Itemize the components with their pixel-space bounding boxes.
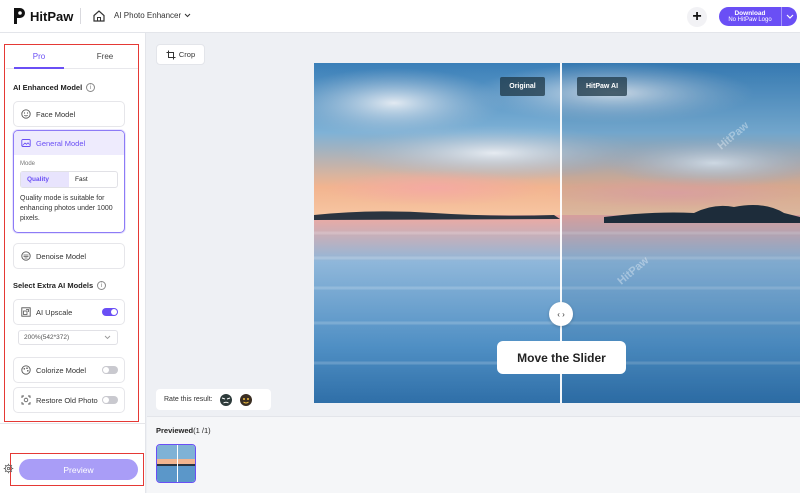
tab-free[interactable]: Free xyxy=(72,47,138,68)
rating-bar: Rate this result: xyxy=(156,389,271,410)
download-options[interactable] xyxy=(781,7,797,26)
app-title: AI Photo Enhancer xyxy=(114,11,182,20)
ai-upscale-option: AI Upscale xyxy=(13,299,125,325)
slider-hint: Move the Slider xyxy=(497,341,626,374)
general-model-label: General Model xyxy=(36,138,86,148)
dislike-face-icon[interactable] xyxy=(219,393,233,407)
ai-upscale-label: AI Upscale xyxy=(36,307,73,317)
ai-models-heading: AI Enhanced Model i xyxy=(13,83,96,92)
mode-quality[interactable]: Quality xyxy=(21,172,69,187)
general-model-option[interactable]: General Model Mode Quality Fast Quality … xyxy=(13,130,125,233)
original-badge: Original xyxy=(500,77,545,96)
mode-switch: Quality Fast xyxy=(20,171,118,188)
face-model-option[interactable]: Face Model xyxy=(13,101,125,127)
restore-option: Restore Old Photo xyxy=(13,387,125,413)
download-button[interactable]: Download No HitPaw Logo xyxy=(719,7,797,26)
preview-thumbnail[interactable] xyxy=(156,444,196,483)
extra-models-heading: Select Extra AI Models i xyxy=(13,281,107,290)
mode-description: Quality mode is suitable for enhancing p… xyxy=(20,195,113,222)
info-icon[interactable]: i xyxy=(86,83,96,92)
thumbnail-image xyxy=(157,445,195,482)
upscale-size-select[interactable]: 200%(542*372) xyxy=(18,330,118,345)
restore-photo-icon xyxy=(21,395,31,405)
preview-strip xyxy=(147,416,800,493)
restore-toggle[interactable] xyxy=(102,396,118,404)
app-selector[interactable]: AI Photo Enhancer xyxy=(114,11,191,20)
download-label: Download xyxy=(734,9,766,17)
gear-icon[interactable] xyxy=(3,463,14,474)
crop-icon xyxy=(166,50,176,59)
home-icon[interactable] xyxy=(92,9,106,23)
upscale-icon xyxy=(21,307,31,317)
slider-handle[interactable]: ‹ › xyxy=(549,302,573,326)
chevron-down-icon xyxy=(184,13,191,18)
preview-button[interactable]: Preview xyxy=(19,459,138,480)
tab-pro[interactable]: Pro xyxy=(6,47,72,69)
palette-icon xyxy=(21,365,31,375)
top-bar: HitPaw AI Photo Enhancer + Download No H… xyxy=(0,0,800,33)
download-sublabel: No HitPaw Logo xyxy=(728,16,772,23)
crop-button[interactable]: Crop xyxy=(156,44,205,65)
denoise-icon xyxy=(21,251,31,261)
download-text: Download No HitPaw Logo xyxy=(719,7,781,26)
rate-label: Rate this result: xyxy=(164,396,213,403)
ai-models-title: AI Enhanced Model xyxy=(13,83,83,92)
colorize-option: Colorize Model xyxy=(13,357,125,383)
face-model-label: Face Model xyxy=(36,109,76,119)
hitpaw-ai-badge: HitPaw AI xyxy=(577,77,627,96)
plan-tabs: Pro Free xyxy=(6,47,138,69)
panel-divider xyxy=(0,423,146,424)
brand-logo: HitPaw xyxy=(12,7,73,25)
mode-label: Mode xyxy=(20,161,36,167)
slider-arrows-icon: ‹ › xyxy=(557,309,565,319)
like-face-icon[interactable] xyxy=(239,393,253,407)
hitpaw-logo-icon xyxy=(14,8,25,24)
denoise-model-label: Denoise Model xyxy=(36,251,87,261)
crop-label: Crop xyxy=(178,50,196,59)
upscale-size-value: 200%(542*372) xyxy=(24,334,70,341)
denoise-model-option[interactable]: Denoise Model xyxy=(13,243,125,269)
chevron-down-icon xyxy=(786,14,793,19)
info-icon[interactable]: i xyxy=(97,281,107,290)
mode-fast[interactable]: Fast xyxy=(69,172,117,187)
extra-models-title: Select Extra AI Models xyxy=(13,281,94,290)
ai-upscale-toggle[interactable] xyxy=(102,308,118,316)
previewed-counter: Previewed(1 /1) xyxy=(156,426,211,435)
add-button[interactable]: + xyxy=(687,7,707,27)
restore-label: Restore Old Photo xyxy=(36,395,98,405)
colorize-label: Colorize Model xyxy=(36,365,87,375)
previewed-count: (1 /1) xyxy=(193,426,211,435)
image-icon xyxy=(21,139,31,147)
colorize-toggle[interactable] xyxy=(102,366,118,374)
settings-panel: Pro Free AI Enhanced Model i Face Model … xyxy=(0,33,146,493)
previewed-label: Previewed xyxy=(156,426,194,435)
face-icon xyxy=(21,109,31,119)
brand-name: HitPaw xyxy=(30,8,74,24)
header-divider xyxy=(80,8,81,24)
chevron-down-icon xyxy=(104,335,111,340)
plus-icon: + xyxy=(692,8,702,25)
